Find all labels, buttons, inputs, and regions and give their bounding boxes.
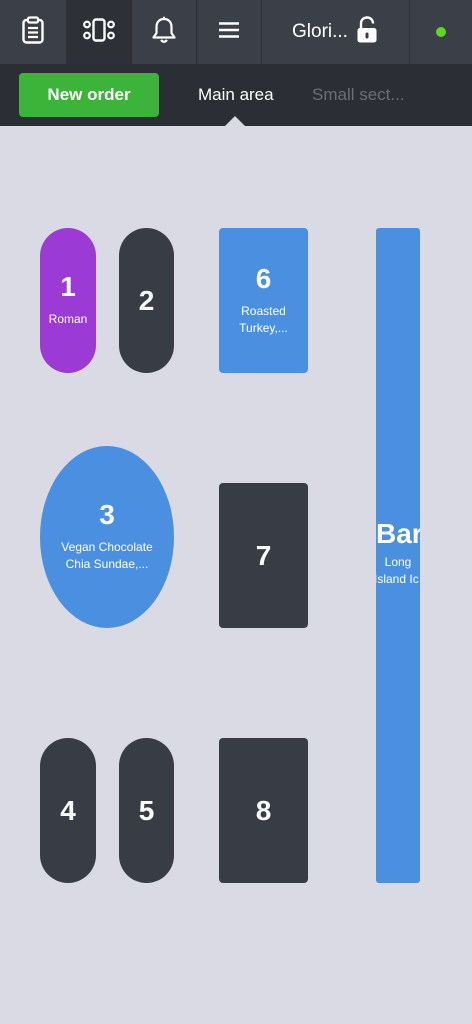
connection-status: [410, 0, 472, 64]
tab-main-area[interactable]: Main area: [198, 85, 274, 105]
table-4[interactable]: 4: [40, 738, 96, 883]
table-number: Bar: [376, 518, 420, 549]
unlocked-padlock-icon: [356, 15, 378, 49]
table-note: Long Island Ic: [376, 554, 420, 588]
table-5[interactable]: 5: [119, 738, 174, 883]
user-name: Glori...: [292, 21, 348, 42]
bar-note-line-2: Island Ic: [376, 572, 419, 586]
tab-small-section[interactable]: Small sect...: [312, 85, 405, 105]
menu-icon: [218, 21, 240, 44]
table-note: Vegan Chocolate Chia Sundae,...: [61, 540, 153, 571]
table-6[interactable]: 6 Roasted Turkey,...: [219, 228, 308, 373]
table-number: 4: [60, 794, 76, 826]
table-3[interactable]: 3 Vegan Chocolate Chia Sundae,...: [40, 446, 174, 628]
status-dot: [436, 27, 446, 37]
bar-label-group: Bar Long Island Ic: [376, 518, 420, 588]
notifications-button[interactable]: [132, 0, 197, 64]
table-number: 7: [255, 539, 272, 571]
orders-tab-button[interactable]: [0, 0, 67, 64]
table-number: 5: [138, 794, 155, 826]
table-number: 6: [255, 262, 272, 294]
table-note: Roasted Turkey,...: [239, 303, 288, 335]
floor-plan-icon: [83, 17, 115, 47]
table-7[interactable]: 7: [219, 483, 308, 628]
table-number: 1: [60, 271, 76, 302]
new-order-button[interactable]: New order: [19, 73, 159, 117]
table-2[interactable]: 2: [119, 228, 174, 373]
bar-note-line-1: Long: [384, 555, 412, 569]
table-1[interactable]: 1 Roman: [40, 228, 96, 373]
top-bar: Glori...: [0, 0, 472, 64]
floor-plan-tab-button[interactable]: [67, 0, 132, 64]
active-tab-indicator: [225, 116, 245, 126]
table-bar[interactable]: Bar Long Island Ic: [376, 228, 420, 883]
table-8[interactable]: 8: [219, 738, 308, 883]
table-note: Roman: [48, 312, 88, 326]
clipboard-icon: [22, 15, 44, 49]
user-lock-button[interactable]: Glori...: [262, 0, 410, 64]
table-number: 8: [255, 794, 272, 826]
main-menu-button[interactable]: [197, 0, 262, 64]
table-number: 2: [138, 284, 155, 316]
table-number: 3: [99, 499, 115, 530]
bell-icon: [151, 16, 177, 49]
